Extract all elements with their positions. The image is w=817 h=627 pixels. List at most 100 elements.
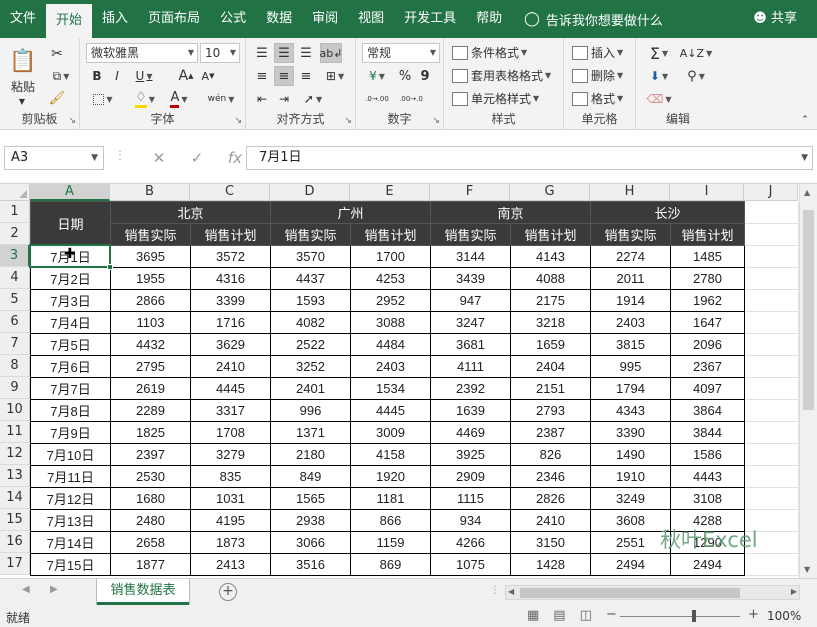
underline-button[interactable]: U ▼ <box>130 67 158 85</box>
font-color-button[interactable]: A ▼ <box>164 90 194 108</box>
empty-cell[interactable] <box>744 311 799 334</box>
value-cell[interactable]: 1115 <box>430 487 511 510</box>
tab-7[interactable]: 视图 <box>348 0 394 38</box>
currency-icon[interactable]: ¥ ▼ <box>362 67 392 85</box>
value-cell[interactable]: 2096 <box>670 333 745 356</box>
value-cell[interactable]: 2401 <box>270 377 351 400</box>
vertical-scroll-thumb[interactable] <box>803 210 814 410</box>
value-cell[interactable]: 3066 <box>270 531 351 554</box>
value-cell[interactable]: 1565 <box>270 487 351 510</box>
zoom-slider-track[interactable] <box>620 616 740 617</box>
value-cell[interactable]: 1159 <box>350 531 431 554</box>
name-box[interactable]: A3 ▼ <box>4 146 104 170</box>
percent-button[interactable]: % <box>396 67 414 85</box>
city-header-cell[interactable]: 北京 <box>110 201 271 224</box>
tab-0[interactable]: 文件 <box>0 0 46 38</box>
value-cell[interactable]: 869 <box>350 553 431 576</box>
value-cell[interactable]: 1647 <box>670 311 745 334</box>
value-cell[interactable]: 995 <box>590 355 671 378</box>
date-header-cell[interactable]: 日期 <box>30 201 111 246</box>
value-cell[interactable]: 2403 <box>590 311 671 334</box>
empty-cell[interactable] <box>744 223 799 246</box>
value-cell[interactable]: 2795 <box>110 355 191 378</box>
value-cell[interactable]: 3317 <box>190 399 271 422</box>
subheader-actual-cell[interactable]: 销售实际 <box>590 223 671 246</box>
value-cell[interactable]: 2404 <box>510 355 591 378</box>
city-header-cell[interactable]: 南京 <box>430 201 591 224</box>
value-cell[interactable]: 2619 <box>110 377 191 400</box>
find-select-icon[interactable]: ⚲ ▼ <box>680 66 712 86</box>
row-header-5[interactable]: 5 <box>0 289 30 311</box>
align-left-icon[interactable]: ≡ <box>252 66 272 86</box>
zoom-percentage[interactable]: 100% <box>767 609 801 623</box>
tab-8[interactable]: 开发工具 <box>394 0 466 38</box>
empty-cell[interactable] <box>744 289 799 312</box>
italic-button[interactable]: I <box>108 67 126 85</box>
column-header-H[interactable]: H <box>590 184 670 201</box>
row-header-16[interactable]: 16 <box>0 531 30 553</box>
value-cell[interactable]: 3108 <box>670 487 745 510</box>
increase-indent-icon[interactable]: ⇥ <box>274 89 294 109</box>
date-cell[interactable]: 7月10日 <box>30 443 111 466</box>
value-cell[interactable]: 2780 <box>670 267 745 290</box>
value-cell[interactable]: 1955 <box>110 267 191 290</box>
zoom-slider-knob[interactable] <box>692 610 696 622</box>
number-format-combo[interactable]: 常规 ▼ <box>362 43 440 63</box>
autosum-icon[interactable]: Σ ▼ <box>644 43 674 63</box>
value-cell[interactable]: 3439 <box>430 267 511 290</box>
tab-4[interactable]: 公式 <box>210 0 256 38</box>
empty-cell[interactable] <box>744 421 799 444</box>
row-header-17[interactable]: 17 <box>0 553 30 575</box>
value-cell[interactable]: 1794 <box>590 377 671 400</box>
alignment-launcher-icon[interactable]: ↘ <box>344 116 352 126</box>
merge-center-icon[interactable]: ⊞ ▼ <box>320 66 350 86</box>
value-cell[interactable]: 934 <box>430 509 511 532</box>
value-cell[interactable]: 2480 <box>110 509 191 532</box>
city-header-cell[interactable]: 长沙 <box>590 201 745 224</box>
cancel-icon[interactable]: ✕ <box>140 146 178 170</box>
paste-dropdown-icon[interactable]: ▼ <box>2 96 42 106</box>
row-header-10[interactable]: 10 <box>0 399 30 421</box>
align-bottom-icon[interactable]: ☰ <box>296 43 316 63</box>
value-cell[interactable]: 1639 <box>430 399 511 422</box>
value-cell[interactable]: 1490 <box>590 443 671 466</box>
font-size-combo[interactable]: 10 ▼ <box>200 43 240 63</box>
align-middle-icon[interactable]: ☰ <box>274 43 294 63</box>
date-cell[interactable]: 7月2日 <box>30 267 111 290</box>
prev-sheet-icon[interactable]: ◀ <box>22 584 30 595</box>
value-cell[interactable]: 1920 <box>350 465 431 488</box>
value-cell[interactable]: 1534 <box>350 377 431 400</box>
row-header-2[interactable]: 2 <box>0 223 30 245</box>
insert-cells-button[interactable]: 插入 ▼ <box>572 44 623 61</box>
value-cell[interactable]: 4111 <box>430 355 511 378</box>
worksheet-grid[interactable]: ABCDEFGHIJ 1 2 3 4 5 6 7 8 9 10 11 12 13 14 15 16 17 日期北… <box>0 184 799 578</box>
paste-icon[interactable]: 📋 <box>6 44 40 78</box>
phonetic-button[interactable]: wén ▼ <box>204 90 238 108</box>
value-cell[interactable]: 1586 <box>670 443 745 466</box>
value-cell[interactable]: 2952 <box>350 289 431 312</box>
value-cell[interactable]: 4195 <box>190 509 271 532</box>
empty-cell[interactable] <box>744 201 799 224</box>
number-launcher-icon[interactable]: ↘ <box>432 116 440 126</box>
value-cell[interactable]: 3399 <box>190 289 271 312</box>
orientation-icon[interactable]: ➚ ▼ <box>298 89 328 109</box>
value-cell[interactable]: 1103 <box>110 311 191 334</box>
next-sheet-icon[interactable]: ▶ <box>50 584 58 595</box>
value-cell[interactable]: 1962 <box>670 289 745 312</box>
value-cell[interactable]: 3608 <box>590 509 671 532</box>
value-cell[interactable]: 2289 <box>110 399 191 422</box>
date-cell[interactable]: 7月13日 <box>30 509 111 532</box>
value-cell[interactable]: 1680 <box>110 487 191 510</box>
value-cell[interactable]: 2938 <box>270 509 351 532</box>
share-button[interactable]: ☻ 共享 <box>753 0 797 38</box>
value-cell[interactable]: 1428 <box>510 553 591 576</box>
value-cell[interactable]: 3088 <box>350 311 431 334</box>
value-cell[interactable]: 4082 <box>270 311 351 334</box>
date-cell[interactable]: 7月7日 <box>30 377 111 400</box>
value-cell[interactable]: 4445 <box>190 377 271 400</box>
empty-cell[interactable] <box>744 377 799 400</box>
value-cell[interactable]: 1371 <box>270 421 351 444</box>
sheet-tab[interactable]: 销售数据表 <box>97 579 189 605</box>
grow-font-button[interactable]: A ▲ <box>176 67 196 85</box>
value-cell[interactable]: 3681 <box>430 333 511 356</box>
